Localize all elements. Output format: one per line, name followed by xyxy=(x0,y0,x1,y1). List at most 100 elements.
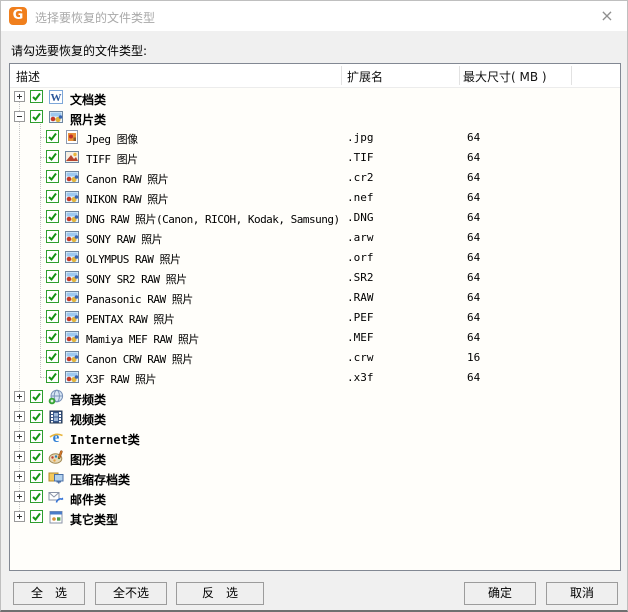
row-checkbox[interactable] xyxy=(46,250,59,263)
row-maxsize: 64 xyxy=(467,271,480,284)
row-checkbox[interactable] xyxy=(46,170,59,183)
row-label: Internet类 xyxy=(70,431,140,448)
row-checkbox[interactable] xyxy=(46,310,59,323)
expand-toggle-icon[interactable] xyxy=(14,411,25,422)
svg-text:W: W xyxy=(51,92,62,104)
column-header-maxsize[interactable]: 最大尺寸( MB ) xyxy=(463,68,547,85)
tree-row[interactable]: OLYMPUS RAW 照片.orf64 xyxy=(10,247,620,267)
row-checkbox[interactable] xyxy=(46,350,59,363)
tree-row[interactable]: Jpeg 图像.jpg64 xyxy=(10,127,620,147)
tree-row[interactable]: Canon CRW RAW 照片.crw16 xyxy=(10,347,620,367)
tree-rows: W文档类照片类Jpeg 图像.jpg64TIFF 图片.TIF64Canon R… xyxy=(10,87,620,570)
tree-row[interactable]: e Internet类 xyxy=(10,427,620,447)
tree-row[interactable]: 其它类型 xyxy=(10,507,620,527)
photo-icon xyxy=(64,369,80,385)
app-logo-icon: G xyxy=(9,7,27,25)
ok-button[interactable]: 确定 xyxy=(464,582,536,605)
row-label: Canon CRW RAW 照片 xyxy=(86,351,193,367)
tree-row[interactable]: 邮件类 xyxy=(10,487,620,507)
video-icon xyxy=(48,409,64,425)
tree-row[interactable]: SONY RAW 照片 .arw 64 xyxy=(10,227,620,247)
row-label: 文档类 xyxy=(70,91,106,108)
photo-icon xyxy=(64,209,80,225)
invert-selection-button[interactable]: 反 选 xyxy=(176,582,264,605)
row-checkbox[interactable] xyxy=(30,410,43,423)
graphics-icon xyxy=(48,449,64,465)
tree-row[interactable]: W 文档类 xyxy=(10,87,620,107)
tree-row[interactable]: SONY SR2 RAW 照片.SR264 xyxy=(10,267,620,287)
tree-row[interactable]: 图形类 xyxy=(10,447,620,467)
archive-icon xyxy=(48,469,64,485)
title-bar: G 选择要恢复的文件类型 × xyxy=(1,1,627,31)
cancel-button[interactable]: 取消 xyxy=(546,582,618,605)
row-checkbox[interactable] xyxy=(30,110,43,123)
row-checkbox[interactable] xyxy=(46,230,59,243)
instruction-label: 请勾选要恢复的文件类型: xyxy=(11,42,147,59)
row-checkbox[interactable] xyxy=(46,290,59,303)
row-label: SONY RAW 照片 xyxy=(86,231,162,247)
expand-toggle-icon[interactable] xyxy=(14,391,25,402)
row-checkbox[interactable] xyxy=(30,470,43,483)
row-checkbox[interactable] xyxy=(46,150,59,163)
tree-row[interactable]: Panasonic RAW 照片.RAW64 xyxy=(10,287,620,307)
close-icon[interactable]: × xyxy=(595,4,619,28)
row-maxsize: 64 xyxy=(467,231,480,244)
row-checkbox[interactable] xyxy=(46,330,59,343)
expand-toggle-icon[interactable] xyxy=(14,471,25,482)
row-checkbox[interactable] xyxy=(46,270,59,283)
tree-row[interactable]: 照片类 xyxy=(10,107,620,127)
row-maxsize: 64 xyxy=(467,151,480,164)
row-label: Canon RAW 照片 xyxy=(86,171,168,187)
row-checkbox[interactable] xyxy=(46,210,59,223)
row-maxsize: 64 xyxy=(467,131,480,144)
row-extension: .RAW xyxy=(347,291,374,304)
column-header-extension[interactable]: 扩展名 xyxy=(347,68,383,85)
row-checkbox[interactable] xyxy=(30,390,43,403)
tree-row[interactable]: TIFF 图片.TIF64 xyxy=(10,147,620,167)
tree-row[interactable]: 压缩存档类 xyxy=(10,467,620,487)
row-label: 压缩存档类 xyxy=(70,471,130,488)
word-doc-icon: W xyxy=(48,89,64,105)
expand-toggle-icon[interactable] xyxy=(14,511,25,522)
collapse-toggle-icon[interactable] xyxy=(14,111,25,122)
row-extension: .MEF xyxy=(347,331,374,344)
jpeg-icon xyxy=(64,129,80,145)
row-checkbox[interactable] xyxy=(46,370,59,383)
row-checkbox[interactable] xyxy=(46,130,59,143)
internet-icon: e xyxy=(48,429,64,445)
select-all-button[interactable]: 全 选 xyxy=(13,582,85,605)
dialog-title: 选择要恢复的文件类型 xyxy=(35,9,155,26)
row-extension: .arw xyxy=(347,231,374,244)
row-maxsize: 64 xyxy=(467,171,480,184)
column-divider xyxy=(459,66,460,85)
row-label: SONY SR2 RAW 照片 xyxy=(86,271,187,287)
row-checkbox[interactable] xyxy=(30,430,43,443)
photo-icon xyxy=(64,249,80,265)
tree-row[interactable]: DNG RAW 照片(Canon, RICOH, Kodak, Samsung)… xyxy=(10,207,620,227)
expand-toggle-icon[interactable] xyxy=(14,91,25,102)
expand-toggle-icon[interactable] xyxy=(14,491,25,502)
tree-row[interactable]: 视频类 xyxy=(10,407,620,427)
deselect-all-button[interactable]: 全不选 xyxy=(95,582,167,605)
tree-row[interactable]: X3F RAW 照片.x3f64 xyxy=(10,367,620,387)
photo-icon xyxy=(64,309,80,325)
row-checkbox[interactable] xyxy=(30,90,43,103)
tree-row[interactable]: Canon RAW 照片 .cr2 64 xyxy=(10,167,620,187)
tree-row[interactable]: NIKON RAW 照片.nef64 xyxy=(10,187,620,207)
tree-row[interactable]: PENTAX RAW 照片.PEF64 xyxy=(10,307,620,327)
row-checkbox[interactable] xyxy=(30,510,43,523)
row-extension: .cr2 xyxy=(347,171,374,184)
tree-row[interactable]: 音频类 xyxy=(10,387,620,407)
photo-icon xyxy=(64,349,80,365)
row-checkbox[interactable] xyxy=(46,190,59,203)
column-header-description[interactable]: 描述 xyxy=(16,68,40,85)
photo-icon xyxy=(48,109,64,125)
expand-toggle-icon[interactable] xyxy=(14,431,25,442)
tree-row[interactable]: Mamiya MEF RAW 照片.MEF64 xyxy=(10,327,620,347)
column-divider xyxy=(571,66,572,85)
row-maxsize: 64 xyxy=(467,331,480,344)
row-checkbox[interactable] xyxy=(30,450,43,463)
expand-toggle-icon[interactable] xyxy=(14,451,25,462)
row-checkbox[interactable] xyxy=(30,490,43,503)
row-label: NIKON RAW 照片 xyxy=(86,191,168,207)
